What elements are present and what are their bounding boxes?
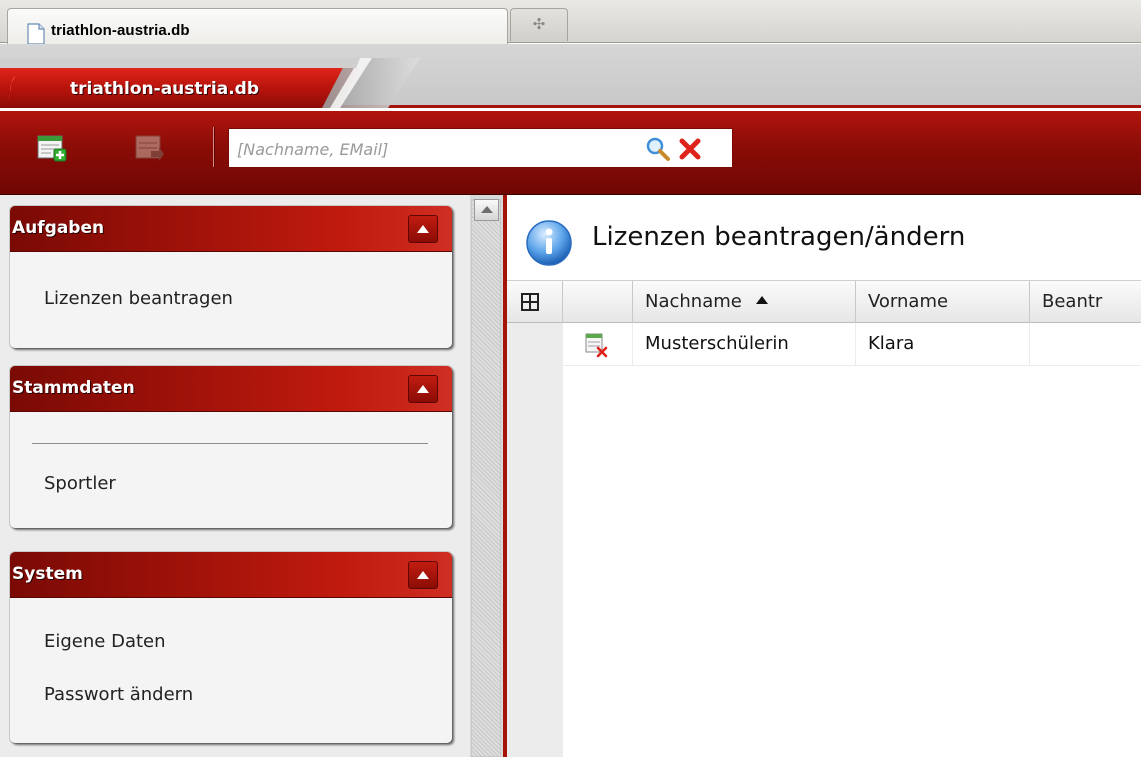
sidebar-item-passwort-aendern[interactable]: Passwort ändern [44, 684, 193, 705]
panel-header[interactable]: Aufgaben [10, 206, 452, 252]
search-input[interactable] [235, 135, 635, 163]
sort-ascending-icon [755, 296, 768, 304]
panel-aufgaben: Aufgaben Lizenzen beantragen [10, 206, 452, 348]
column-header-label: Beantr [1042, 291, 1103, 312]
search-box [228, 128, 733, 168]
search-icon[interactable] [645, 136, 671, 162]
sidebar-item-sportler[interactable]: Sportler [44, 473, 116, 494]
browser-tab-title: triathlon-austria.db [51, 22, 190, 39]
table-row[interactable]: Musterschülerin Klara [563, 323, 1141, 366]
sidebar-item-lizenzen-beantragen[interactable]: Lizenzen beantragen [44, 288, 233, 309]
panel-header[interactable]: System [10, 552, 452, 598]
data-grid: Nachname Vorname Beantr Musterschülerin [507, 280, 1141, 757]
column-picker-cell[interactable] [507, 281, 563, 323]
column-header-label: Nachname [645, 291, 742, 312]
grid-row-header-strip [507, 280, 563, 757]
sidebar: Aufgaben Lizenzen beantragen Stammdaten … [0, 195, 470, 757]
add-record-icon[interactable] [37, 133, 67, 163]
cell-vorname: Klara [856, 323, 1030, 365]
column-header-label: Vorname [868, 291, 949, 312]
cell-nachname: Musterschülerin [633, 323, 856, 365]
panel-stammdaten: Stammdaten Sportler [10, 366, 452, 528]
row-action-cell [563, 323, 633, 365]
scroll-up-button[interactable] [474, 199, 499, 221]
info-icon [526, 220, 572, 266]
new-tab-button[interactable]: ✣ [510, 8, 568, 41]
column-header-vorname[interactable]: Vorname [856, 281, 1030, 323]
panel-title: Stammdaten [12, 378, 135, 398]
divider [32, 443, 428, 444]
toolbar-separator [213, 127, 215, 167]
collapse-button[interactable] [408, 561, 438, 589]
column-picker-icon[interactable] [521, 293, 539, 311]
column-header-beantr[interactable]: Beantr [1030, 281, 1141, 323]
page-title: Lizenzen beantragen/ändern [592, 222, 966, 252]
column-header-nachname[interactable]: Nachname [633, 281, 856, 323]
brand-logo-icon [8, 76, 16, 98]
panel-system: System Eigene Daten Passwort ändern [10, 552, 452, 743]
clear-search-icon[interactable] [678, 137, 702, 161]
sidebar-item-eigene-daten[interactable]: Eigene Daten [44, 631, 166, 652]
cell-beantr [1030, 323, 1141, 365]
delete-row-icon[interactable] [585, 332, 609, 358]
column-header-actions [563, 281, 633, 323]
document-icon [27, 23, 45, 45]
panel-title: Aufgaben [12, 218, 105, 238]
app-header: triathlon-austria.db [0, 44, 1141, 108]
app-title: triathlon-austria.db [70, 79, 260, 99]
browser-tab-active[interactable]: triathlon-austria.db [7, 8, 508, 45]
panel-title: System [12, 564, 83, 584]
browser-tab-strip: triathlon-austria.db ✣ [0, 0, 1141, 45]
main-content: Lizenzen beantragen/ändern Nachname Vorn… [507, 195, 1141, 757]
panel-header[interactable]: Stammdaten [10, 366, 452, 412]
grid-header: Nachname Vorname Beantr [507, 280, 1141, 323]
collapse-button[interactable] [408, 375, 438, 403]
sidebar-scrollbar[interactable] [471, 199, 501, 757]
collapse-button[interactable] [408, 215, 438, 243]
toolbar [0, 111, 1141, 195]
export-record-icon[interactable] [135, 133, 165, 163]
